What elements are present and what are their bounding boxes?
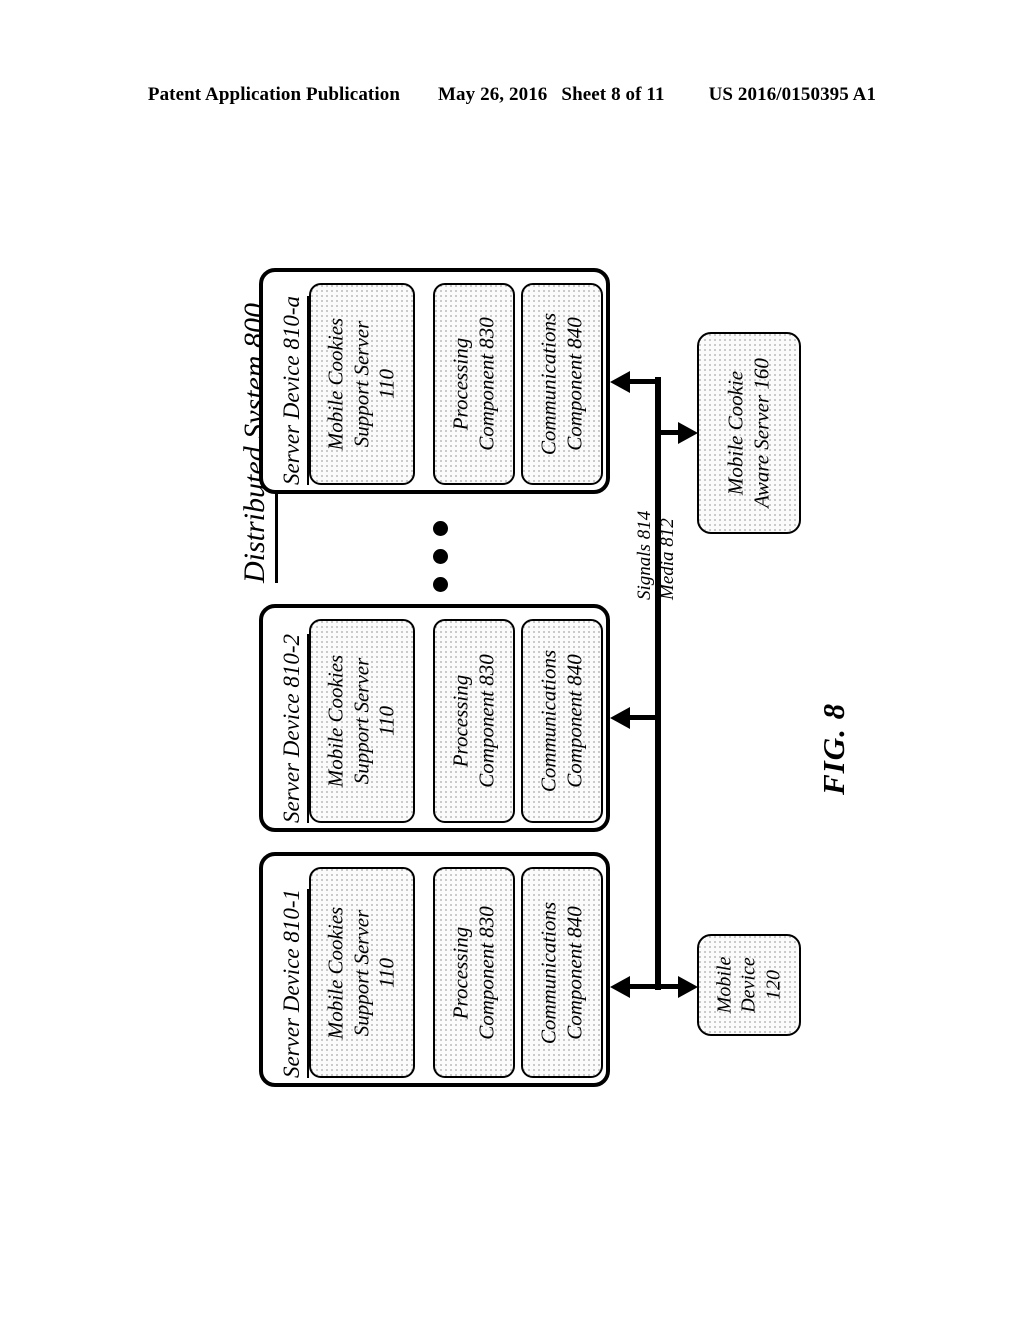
bus-branch-to-cookie-aware-server (659, 430, 679, 435)
arrow-into-server-810-2 (610, 707, 630, 729)
continuation-dot-3 (433, 577, 448, 592)
bus-branch-to-server-810-1-and-mobile-device (628, 984, 680, 989)
bus-vertical-line (655, 377, 661, 990)
media-812-label: Media 812 (657, 518, 678, 600)
processing-component-830-label-2: Processing Component 830 (448, 654, 498, 788)
processing-component-830-box-a[interactable]: Processing Component 830 (433, 283, 515, 485)
continuation-dot-1 (433, 521, 448, 536)
mobile-cookie-aware-server-160-box[interactable]: Mobile Cookie Aware Server 160 (697, 332, 801, 534)
bus-branch-to-server-810-a (628, 379, 658, 384)
bus-branch-to-server-810-2 (628, 715, 658, 720)
communications-component-840-box-1[interactable]: Communications Component 840 (521, 867, 603, 1078)
communications-component-840-box-a[interactable]: Communications Component 840 (521, 283, 603, 485)
communications-component-840-label-1: Communications Component 840 (536, 901, 586, 1044)
processing-component-830-box-1[interactable]: Processing Component 830 (433, 867, 515, 1078)
server-device-810-2[interactable]: Server Device 810-2 Mobile Cookies Suppo… (259, 604, 610, 832)
mobile-cookies-support-server-110-box-1[interactable]: Mobile Cookies Support Server 110 (309, 867, 415, 1078)
mobile-cookies-support-server-110-label-1: Mobile Cookies Support Server 110 (323, 906, 399, 1039)
server-device-810-1-title: Server Device 810-1 (279, 888, 309, 1078)
communications-component-840-box-2[interactable]: Communications Component 840 (521, 619, 603, 823)
processing-component-830-label-1: Processing Component 830 (448, 905, 498, 1040)
server-device-810-2-title: Server Device 810-2 (279, 633, 309, 823)
server-device-810-a[interactable]: Server Device 810-a Mobile Cookies Suppo… (259, 268, 610, 494)
signals-814-label: Signals 814 (634, 510, 655, 600)
communications-component-840-label-2: Communications Component 840 (536, 649, 586, 793)
arrow-into-server-810-1 (610, 976, 630, 998)
server-device-810-a-title: Server Device 810-a (279, 295, 309, 485)
mobile-cookies-support-server-110-label-a: Mobile Cookies Support Server 110 (323, 317, 399, 451)
figure-caption: FIG. 8 (816, 702, 851, 795)
figure-diagram: Distributed System 800 FIG. 8 Server Dev… (0, 0, 1024, 1320)
arrow-into-server-810-a (610, 371, 630, 393)
continuation-dot-2 (433, 549, 448, 564)
mobile-cookies-support-server-110-label-2: Mobile Cookies Support Server 110 (323, 654, 399, 788)
communications-component-840-label-a: Communications Component 840 (536, 312, 586, 456)
mobile-device-120-box[interactable]: Mobile Device 120 (697, 934, 801, 1036)
arrow-into-mobile-device (678, 976, 698, 998)
processing-component-830-label-a: Processing Component 830 (448, 317, 498, 451)
processing-component-830-box-2[interactable]: Processing Component 830 (433, 619, 515, 823)
mobile-cookies-support-server-110-box-a[interactable]: Mobile Cookies Support Server 110 (309, 283, 415, 485)
server-device-810-1[interactable]: Server Device 810-1 Mobile Cookies Suppo… (259, 852, 610, 1087)
mobile-cookie-aware-server-160-label: Mobile Cookie Aware Server 160 (723, 358, 773, 508)
arrow-into-cookie-aware-server (678, 422, 698, 444)
mobile-device-120-label: Mobile Device 120 (713, 956, 785, 1014)
mobile-cookies-support-server-110-box-2[interactable]: Mobile Cookies Support Server 110 (309, 619, 415, 823)
